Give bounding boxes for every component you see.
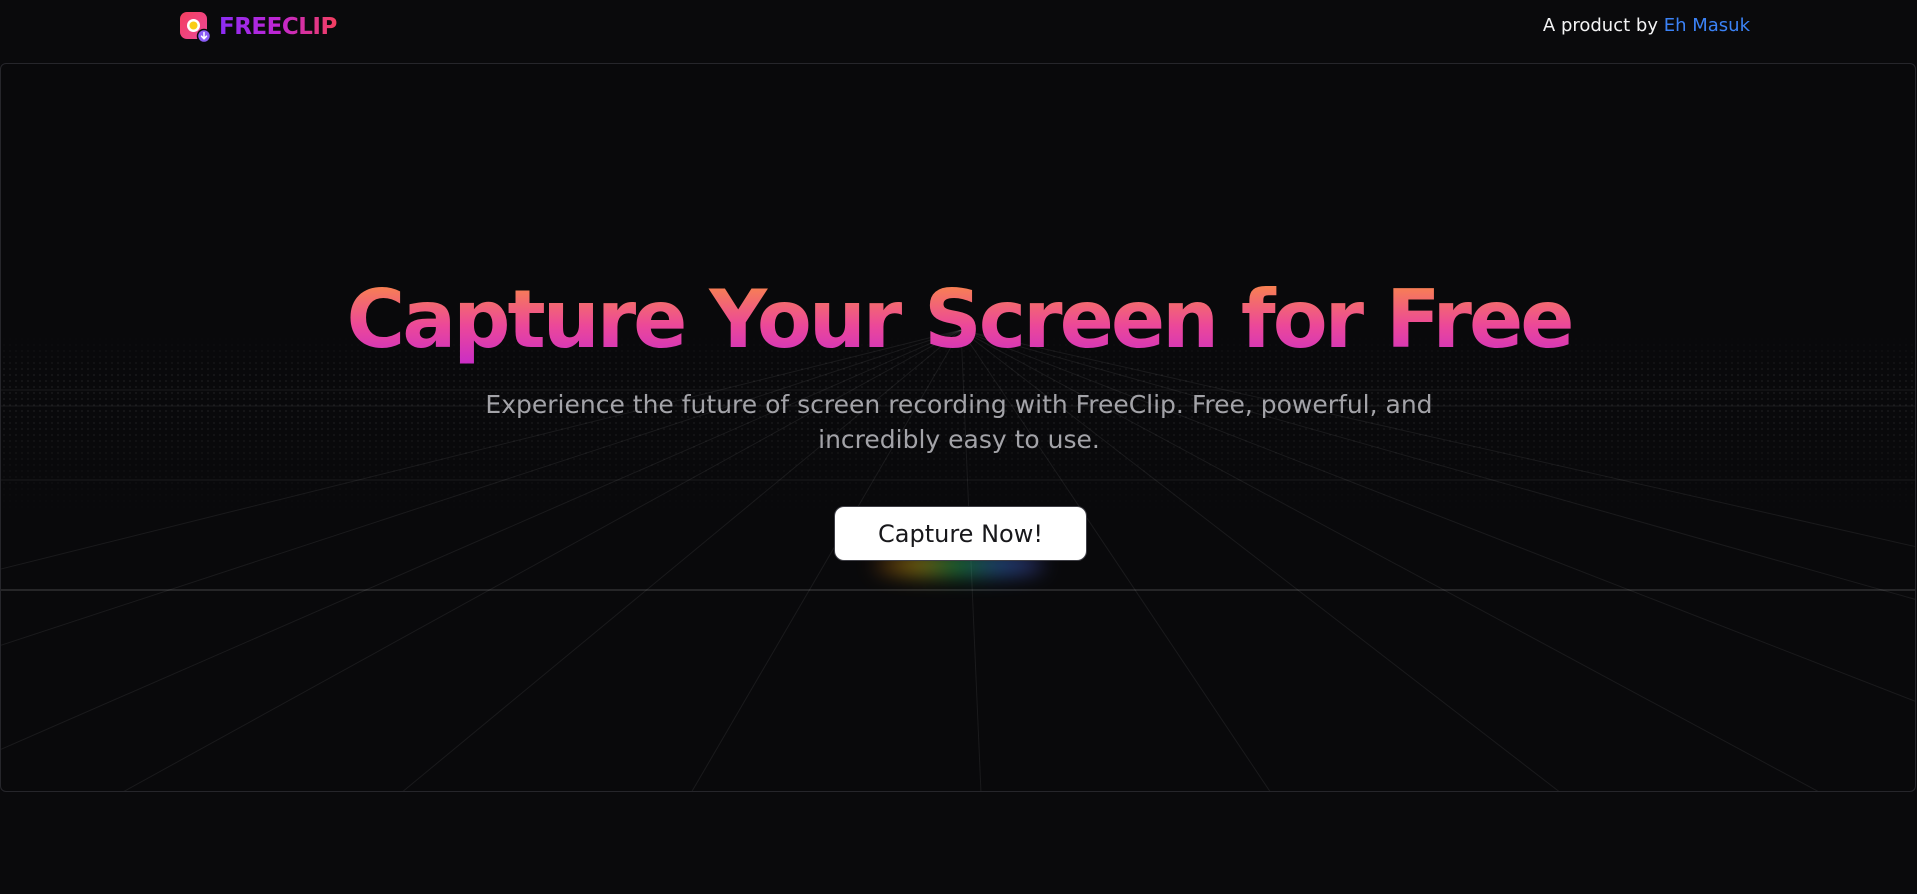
- hero-subtext: Experience the future of screen recordin…: [485, 390, 1433, 454]
- author-link[interactable]: Eh Masuk: [1664, 15, 1750, 36]
- cta-container: Capture Now!: [834, 506, 1087, 576]
- capture-now-button[interactable]: Capture Now!: [834, 506, 1087, 561]
- brand-name: FREECLIP: [219, 14, 337, 40]
- product-byline: A product by Eh Masuk: [1543, 14, 1750, 38]
- hero-section: Capture Your Screen for Free Experience …: [0, 63, 1916, 792]
- hero-headline: Capture Your Screen for Free: [1, 265, 1915, 375]
- brand-logo-link[interactable]: FREECLIP: [179, 11, 337, 44]
- record-download-icon: [179, 11, 212, 44]
- byline-prefix: A product by: [1542, 15, 1658, 36]
- page: FREECLIP A product by Eh Masuk Capture Y…: [0, 0, 1917, 894]
- site-header: FREECLIP A product by Eh Masuk: [0, 0, 1917, 52]
